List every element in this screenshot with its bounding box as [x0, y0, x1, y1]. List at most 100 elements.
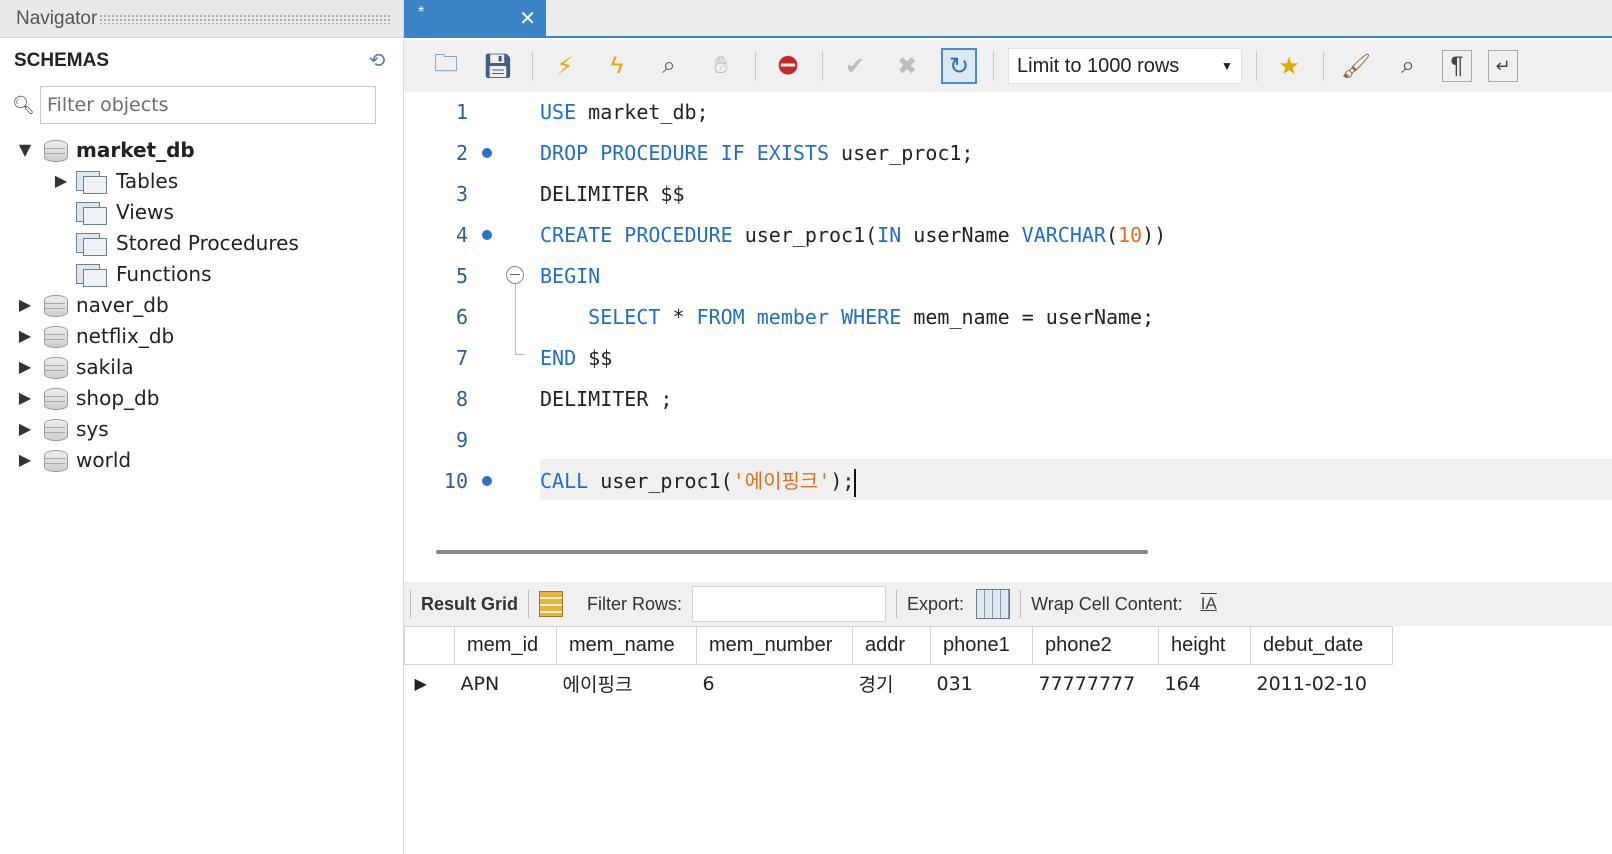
row-pointer-icon[interactable]: ▶	[405, 665, 455, 703]
tree-node-db[interactable]: ▶ naver_db	[0, 289, 400, 320]
column-header[interactable]: phone1	[930, 626, 1033, 665]
line-number: 3	[455, 182, 468, 206]
collapsed-arrow-icon[interactable]: ▶	[14, 326, 36, 345]
collapsed-arrow-icon[interactable]: ▶	[14, 357, 36, 376]
horizontal-scrollbar[interactable]	[436, 550, 1148, 554]
tree-node-db[interactable]: ▶ shop_db	[0, 382, 400, 413]
column-header[interactable]: addr	[852, 626, 931, 665]
explain-icon[interactable]: ⌕	[651, 48, 687, 84]
toggle-error-icon[interactable]: ⛔︎	[770, 48, 806, 84]
tree-node-db[interactable]: ▶ netflix_db	[0, 320, 400, 351]
schemas-header: SCHEMAS ⟲	[0, 38, 403, 84]
add-snippet-icon[interactable]: ★	[1271, 48, 1307, 84]
collapsed-arrow-icon[interactable]: ▶	[14, 295, 36, 314]
column-header[interactable]: mem_id	[454, 626, 557, 665]
beautify-icon[interactable]: 🖌︎	[1338, 48, 1374, 84]
find-icon[interactable]: ⌕	[1390, 48, 1426, 84]
column-header[interactable]: debut_date	[1250, 626, 1393, 665]
refresh-icon[interactable]: ⟲	[365, 49, 389, 73]
view-folder-icon	[76, 200, 107, 225]
execute-current-icon[interactable]: ϟ	[599, 48, 635, 84]
table-cell[interactable]: 경기	[853, 665, 931, 703]
line-number: 4	[455, 223, 468, 247]
function-folder-icon	[76, 262, 107, 287]
database-icon	[44, 386, 68, 410]
tree-node-db[interactable]: ▶ world	[0, 444, 400, 475]
execute-icon[interactable]: ⚡︎	[547, 48, 583, 84]
table-cell[interactable]: 에이핑크	[557, 665, 697, 703]
statement-marker-icon	[482, 148, 492, 158]
table-cell[interactable]: 77777777	[1033, 665, 1159, 703]
schema-name: world	[76, 447, 132, 472]
rollback-icon[interactable]: ✖	[889, 48, 925, 84]
line-number: 2	[455, 141, 468, 165]
filter-rows-input[interactable]	[692, 586, 887, 622]
result-toolbar: Result Grid Filter Rows: Export: Wrap Ce…	[404, 582, 1612, 626]
collapsed-arrow-icon[interactable]: ▶	[50, 171, 72, 190]
schema-tree: ▼ market_db ▶ Tables Views Stored Proced…	[0, 134, 400, 475]
line-number: 5	[455, 264, 468, 288]
tree-node-tables[interactable]: ▶ Tables	[0, 165, 400, 196]
open-file-icon[interactable]: 🗀	[428, 48, 464, 84]
column-header[interactable]: mem_name	[556, 626, 697, 665]
table-cell[interactable]: 6	[697, 665, 853, 703]
tree-node-db[interactable]: ▶ sys	[0, 413, 400, 444]
chevron-down-icon: ▼	[1221, 59, 1233, 73]
export-icon[interactable]	[976, 589, 1011, 619]
column-header[interactable]: mem_number	[696, 626, 853, 665]
code-line: 5 BEGIN	[404, 256, 1612, 297]
table-cell[interactable]: 031	[931, 665, 1033, 703]
collapsed-arrow-icon[interactable]: ▶	[14, 450, 36, 469]
procedure-folder-icon	[76, 231, 107, 256]
autocommit-icon[interactable]: ↻	[941, 48, 977, 84]
line-number: 7	[455, 346, 468, 370]
search-icon: 🔍︎	[12, 94, 35, 115]
result-table: mem_id mem_name mem_number addr phone1 p…	[404, 626, 1393, 703]
wrap-cell-label: Wrap Cell Content:	[1031, 593, 1183, 614]
sql-code-editor[interactable]: 1 USE market_db; 2 DROP PROCEDURE IF EXI…	[404, 92, 1612, 538]
table-row[interactable]: ▶ APN 에이핑크 6 경기 031 77777777 164 2011-02…	[405, 665, 1393, 703]
code-line: 1 USE market_db;	[404, 92, 1612, 133]
limit-rows-select[interactable]: Limit to 1000 rows ▼	[1008, 48, 1242, 84]
commit-icon[interactable]: ✔	[837, 48, 873, 84]
expanded-arrow-icon[interactable]: ▼	[14, 140, 36, 159]
tree-label: Tables	[116, 168, 179, 193]
collapsed-arrow-icon[interactable]: ▶	[14, 388, 36, 407]
database-icon	[44, 448, 68, 472]
limit-rows-value: Limit to 1000 rows	[1017, 54, 1180, 77]
code-line: 2 DROP PROCEDURE IF EXISTS user_proc1;	[404, 133, 1612, 174]
tab-title: *	[418, 4, 425, 21]
tree-node-functions[interactable]: Functions	[0, 258, 400, 289]
code-line: 4 CREATE PROCEDURE user_proc1(IN userNam…	[404, 215, 1612, 256]
invisible-chars-icon[interactable]: ¶	[1442, 50, 1472, 82]
text-caret	[854, 468, 857, 497]
close-icon[interactable]: ✕	[519, 6, 536, 31]
wrap-lines-icon[interactable]: ↵	[1488, 50, 1518, 82]
table-cell[interactable]: 164	[1159, 665, 1251, 703]
tree-node-market-db[interactable]: ▼ market_db	[0, 134, 400, 165]
export-label: Export:	[907, 593, 965, 614]
column-header[interactable]: height	[1158, 626, 1251, 665]
filter-objects-input[interactable]	[40, 86, 376, 124]
tree-node-views[interactable]: Views	[0, 196, 400, 227]
result-grid-tab[interactable]: Result Grid	[421, 594, 518, 615]
code-line: 8 DELIMITER ;	[404, 379, 1612, 420]
grid-layout-icon[interactable]	[539, 591, 564, 617]
column-header[interactable]: phone2	[1032, 626, 1159, 665]
table-cell[interactable]: APN	[455, 665, 557, 703]
database-icon	[44, 324, 68, 348]
table-cell[interactable]: 2011-02-10	[1251, 665, 1393, 703]
save-icon[interactable]: 💾︎	[480, 48, 516, 84]
wrap-cell-icon[interactable]: IA	[1201, 594, 1217, 614]
code-line: 10 CALL user_proc1('에이핑크');	[404, 461, 1612, 502]
line-number: 9	[455, 428, 468, 452]
panel-grip[interactable]	[99, 13, 391, 24]
statement-marker-icon	[482, 230, 492, 240]
stop-icon[interactable]: ✋︎	[703, 48, 739, 84]
tree-node-stored-procedures[interactable]: Stored Procedures	[0, 227, 400, 258]
tree-node-db[interactable]: ▶ sakila	[0, 351, 400, 382]
schema-name: naver_db	[76, 292, 169, 317]
line-number: 1	[455, 100, 468, 124]
query-tab[interactable]: * ✕	[404, 0, 546, 38]
collapsed-arrow-icon[interactable]: ▶	[14, 419, 36, 438]
